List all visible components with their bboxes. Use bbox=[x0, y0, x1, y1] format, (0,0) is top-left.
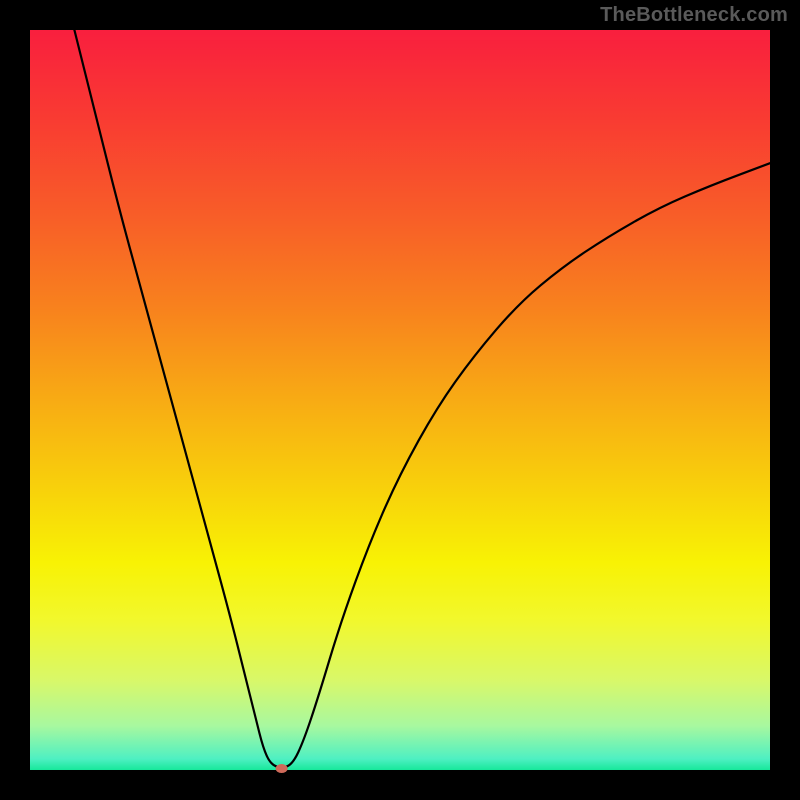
chart-svg bbox=[0, 0, 800, 800]
chart-frame: TheBottleneck.com bbox=[0, 0, 800, 800]
min-point-marker bbox=[276, 764, 288, 773]
watermark-text: TheBottleneck.com bbox=[600, 4, 788, 27]
plot-background bbox=[30, 30, 770, 770]
